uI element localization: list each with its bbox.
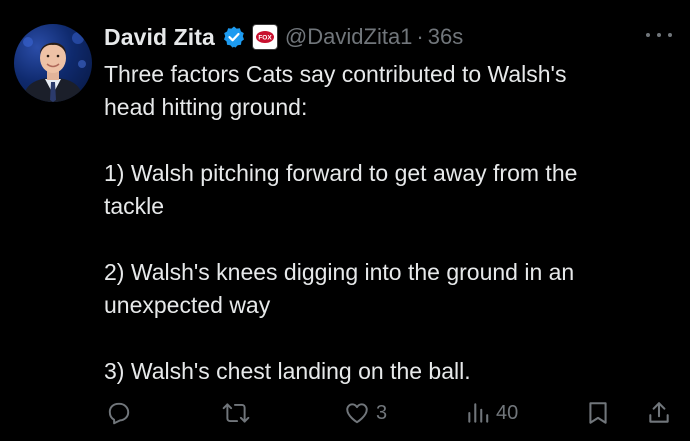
verified-badge-icon[interactable] (222, 25, 246, 49)
reply-icon (108, 402, 130, 425)
tweet[interactable]: David Zita FOX @DavidZita1 · 36s Three f… (0, 0, 690, 441)
point-2-line-2: unexpected way (104, 292, 271, 318)
intro-line-2: head hitting ground: (104, 94, 308, 120)
share-icon (649, 402, 669, 423)
separator-dot: · (416, 24, 424, 49)
bookmark-button[interactable] (586, 396, 610, 430)
views-button[interactable]: 40 (466, 396, 518, 430)
display-name[interactable]: David Zita (104, 24, 215, 51)
views-count: 40 (496, 401, 519, 424)
like-button[interactable]: 3 (344, 396, 387, 430)
like-count: 3 (376, 401, 388, 424)
avatar[interactable] (14, 24, 92, 102)
reply-button[interactable] (106, 396, 138, 430)
retweet-button[interactable] (222, 396, 256, 430)
heart-icon (346, 403, 368, 424)
bookmark-icon (589, 402, 607, 424)
point-1-line-2: tackle (104, 193, 165, 219)
analytics-icon (468, 403, 489, 423)
tweet-text: Three factors Cats say contributed to Wa… (104, 58, 674, 388)
timestamp[interactable]: 36s (428, 24, 463, 50)
handle[interactable]: @DavidZita1 (285, 24, 413, 50)
point-3-line-1: 3) Walsh's chest landing on the ball. (104, 358, 471, 384)
action-bar: 3 40 (104, 396, 678, 430)
fox-sports-badge-icon[interactable]: FOX (251, 24, 278, 50)
more-dots-icon[interactable] (646, 30, 672, 40)
intro-line-1: Three factors Cats say contributed to Wa… (104, 61, 567, 87)
avatar-image (22, 32, 86, 102)
retweet-icon (222, 403, 250, 423)
affiliate-badge-text: FOX (258, 35, 272, 42)
share-button[interactable] (646, 396, 672, 430)
point-1-line-1: 1) Walsh pitching forward to get away fr… (104, 160, 578, 186)
tweet-header: David Zita FOX @DavidZita1 · 36s (104, 20, 463, 54)
point-2-line-1: 2) Walsh's knees digging into the ground… (104, 259, 575, 285)
